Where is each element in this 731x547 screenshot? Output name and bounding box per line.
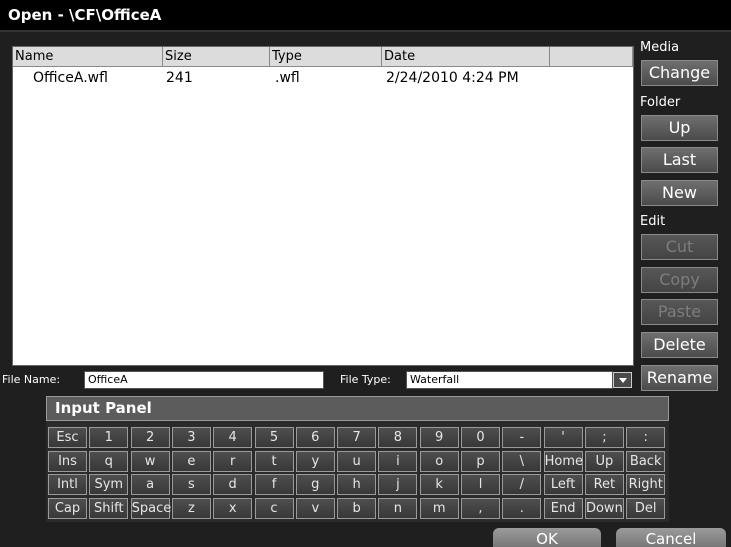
file-list[interactable]: Name Size Type Date OfficeA.wfl 241 .wfl…	[12, 46, 634, 366]
column-header-date[interactable]: Date	[382, 47, 550, 67]
key-0-14[interactable]: :	[626, 427, 666, 448]
key-0-3[interactable]: 3	[171, 427, 211, 448]
key-0-4[interactable]: 4	[213, 427, 253, 448]
key-1-7[interactable]: u	[337, 450, 377, 472]
key-3-11[interactable]: .	[502, 497, 542, 519]
key-3-14[interactable]: Del	[626, 497, 666, 519]
new-folder-button[interactable]: New	[641, 180, 718, 206]
file-size-cell: 241	[166, 70, 193, 86]
key-0-5[interactable]: 5	[254, 427, 294, 448]
key-1-6[interactable]: y	[295, 450, 335, 472]
last-button[interactable]: Last	[641, 147, 718, 173]
cut-button[interactable]: Cut	[641, 234, 718, 260]
title-bar: Open - \CF\OfficeA	[0, 0, 731, 32]
input-panel: Input Panel Esc 1 2 3 4 5 6 7 8 9 0- ';: Ins q w e r t y u i…	[46, 396, 669, 522]
key-1-10[interactable]: p	[461, 450, 500, 472]
key-3-6[interactable]: v	[295, 497, 335, 519]
key-3-13[interactable]: Down	[584, 497, 624, 519]
media-label: Media	[640, 40, 680, 55]
key-0-1[interactable]: 1	[89, 427, 129, 448]
key-1-3[interactable]: e	[171, 450, 211, 472]
key-3-9[interactable]: m	[419, 497, 459, 519]
file-type-select[interactable]: Waterfall	[406, 371, 613, 389]
key-2-7[interactable]: h	[337, 474, 377, 495]
key-2-12[interactable]: Left	[543, 474, 583, 495]
column-header-type[interactable]: Type	[270, 47, 382, 67]
ok-button[interactable]: OK	[493, 528, 601, 547]
column-header-extra[interactable]	[550, 47, 633, 67]
chevron-down-icon[interactable]	[613, 372, 632, 388]
key-1-2[interactable]: w	[130, 450, 170, 472]
key-0-2[interactable]: 2	[130, 427, 170, 448]
copy-button[interactable]: Copy	[641, 267, 718, 293]
edit-label: Edit	[640, 214, 666, 229]
key-2-1[interactable]: Sym	[89, 474, 129, 495]
key-3-2[interactable]: Space	[130, 497, 171, 519]
key-1-0[interactable]: Ins	[48, 450, 87, 472]
up-button[interactable]: Up	[641, 115, 718, 141]
paste-button[interactable]: Paste	[641, 299, 718, 325]
delete-button[interactable]: Delete	[641, 332, 718, 358]
column-header-size[interactable]: Size	[163, 47, 270, 67]
key-1-12[interactable]: Home	[543, 450, 583, 472]
key-2-14[interactable]: Right	[626, 474, 666, 495]
key-2-10[interactable]: l	[461, 474, 500, 495]
key-2-9[interactable]: k	[419, 474, 459, 495]
key-1-14[interactable]: Back	[626, 450, 666, 472]
key-1-13[interactable]: Up	[584, 450, 624, 472]
key-1-4[interactable]: r	[213, 450, 253, 472]
file-type-cell: .wfl	[275, 70, 300, 86]
file-type-label: File Type:	[340, 373, 391, 386]
window-title: Open - \CF\OfficeA	[8, 6, 162, 24]
input-panel-title: Input Panel	[46, 396, 669, 421]
file-name-cell[interactable]: OfficeA.wfl	[33, 69, 108, 87]
key-0-7[interactable]: 7	[337, 427, 377, 448]
key-3-4[interactable]: x	[213, 497, 253, 519]
file-date-cell: 2/24/2010 4:24 PM	[386, 70, 519, 86]
key-1-1[interactable]: q	[89, 450, 129, 472]
key-0-8[interactable]: 8	[378, 427, 418, 448]
key-1-11[interactable]: \	[502, 450, 542, 472]
folder-label: Folder	[640, 95, 681, 110]
key-3-8[interactable]: n	[378, 497, 418, 519]
key-2-2[interactable]: a	[130, 474, 170, 495]
file-name-label: File Name:	[2, 373, 61, 386]
column-header-name[interactable]: Name	[13, 47, 163, 67]
key-3-10[interactable]: ,	[461, 497, 500, 519]
key-3-3[interactable]: z	[171, 497, 211, 519]
change-button[interactable]: Change	[641, 60, 718, 86]
cancel-button[interactable]: Cancel	[616, 528, 726, 547]
key-2-5[interactable]: f	[254, 474, 294, 495]
key-0-13[interactable]: ;	[584, 427, 624, 448]
key-3-5[interactable]: c	[254, 497, 294, 519]
key-1-9[interactable]: o	[419, 450, 459, 472]
key-2-8[interactable]: j	[378, 474, 418, 495]
key-1-8[interactable]: i	[378, 450, 418, 472]
key-2-4[interactable]: d	[213, 474, 253, 495]
key-2-11[interactable]: /	[502, 474, 542, 495]
file-name-input[interactable]: OfficeA	[84, 371, 324, 389]
key-3-12[interactable]: End	[543, 497, 583, 519]
rename-button[interactable]: Rename	[641, 365, 718, 391]
key-0-9[interactable]: 9	[419, 427, 459, 448]
key-0-0[interactable]: Esc	[48, 427, 87, 448]
key-3-1[interactable]: Shift	[89, 497, 129, 519]
key-0-12[interactable]: '	[543, 427, 583, 448]
key-0-10[interactable]: 0	[461, 427, 500, 448]
key-3-0[interactable]: Cap	[48, 497, 87, 519]
key-3-7[interactable]: b	[337, 497, 377, 519]
key-0-6[interactable]: 6	[295, 427, 335, 448]
key-0-11[interactable]: -	[502, 427, 542, 448]
key-2-13[interactable]: Ret	[584, 474, 624, 495]
key-2-3[interactable]: s	[171, 474, 211, 495]
key-2-6[interactable]: g	[295, 474, 335, 495]
key-2-0[interactable]: Intl	[48, 474, 87, 495]
key-1-5[interactable]: t	[254, 450, 294, 472]
